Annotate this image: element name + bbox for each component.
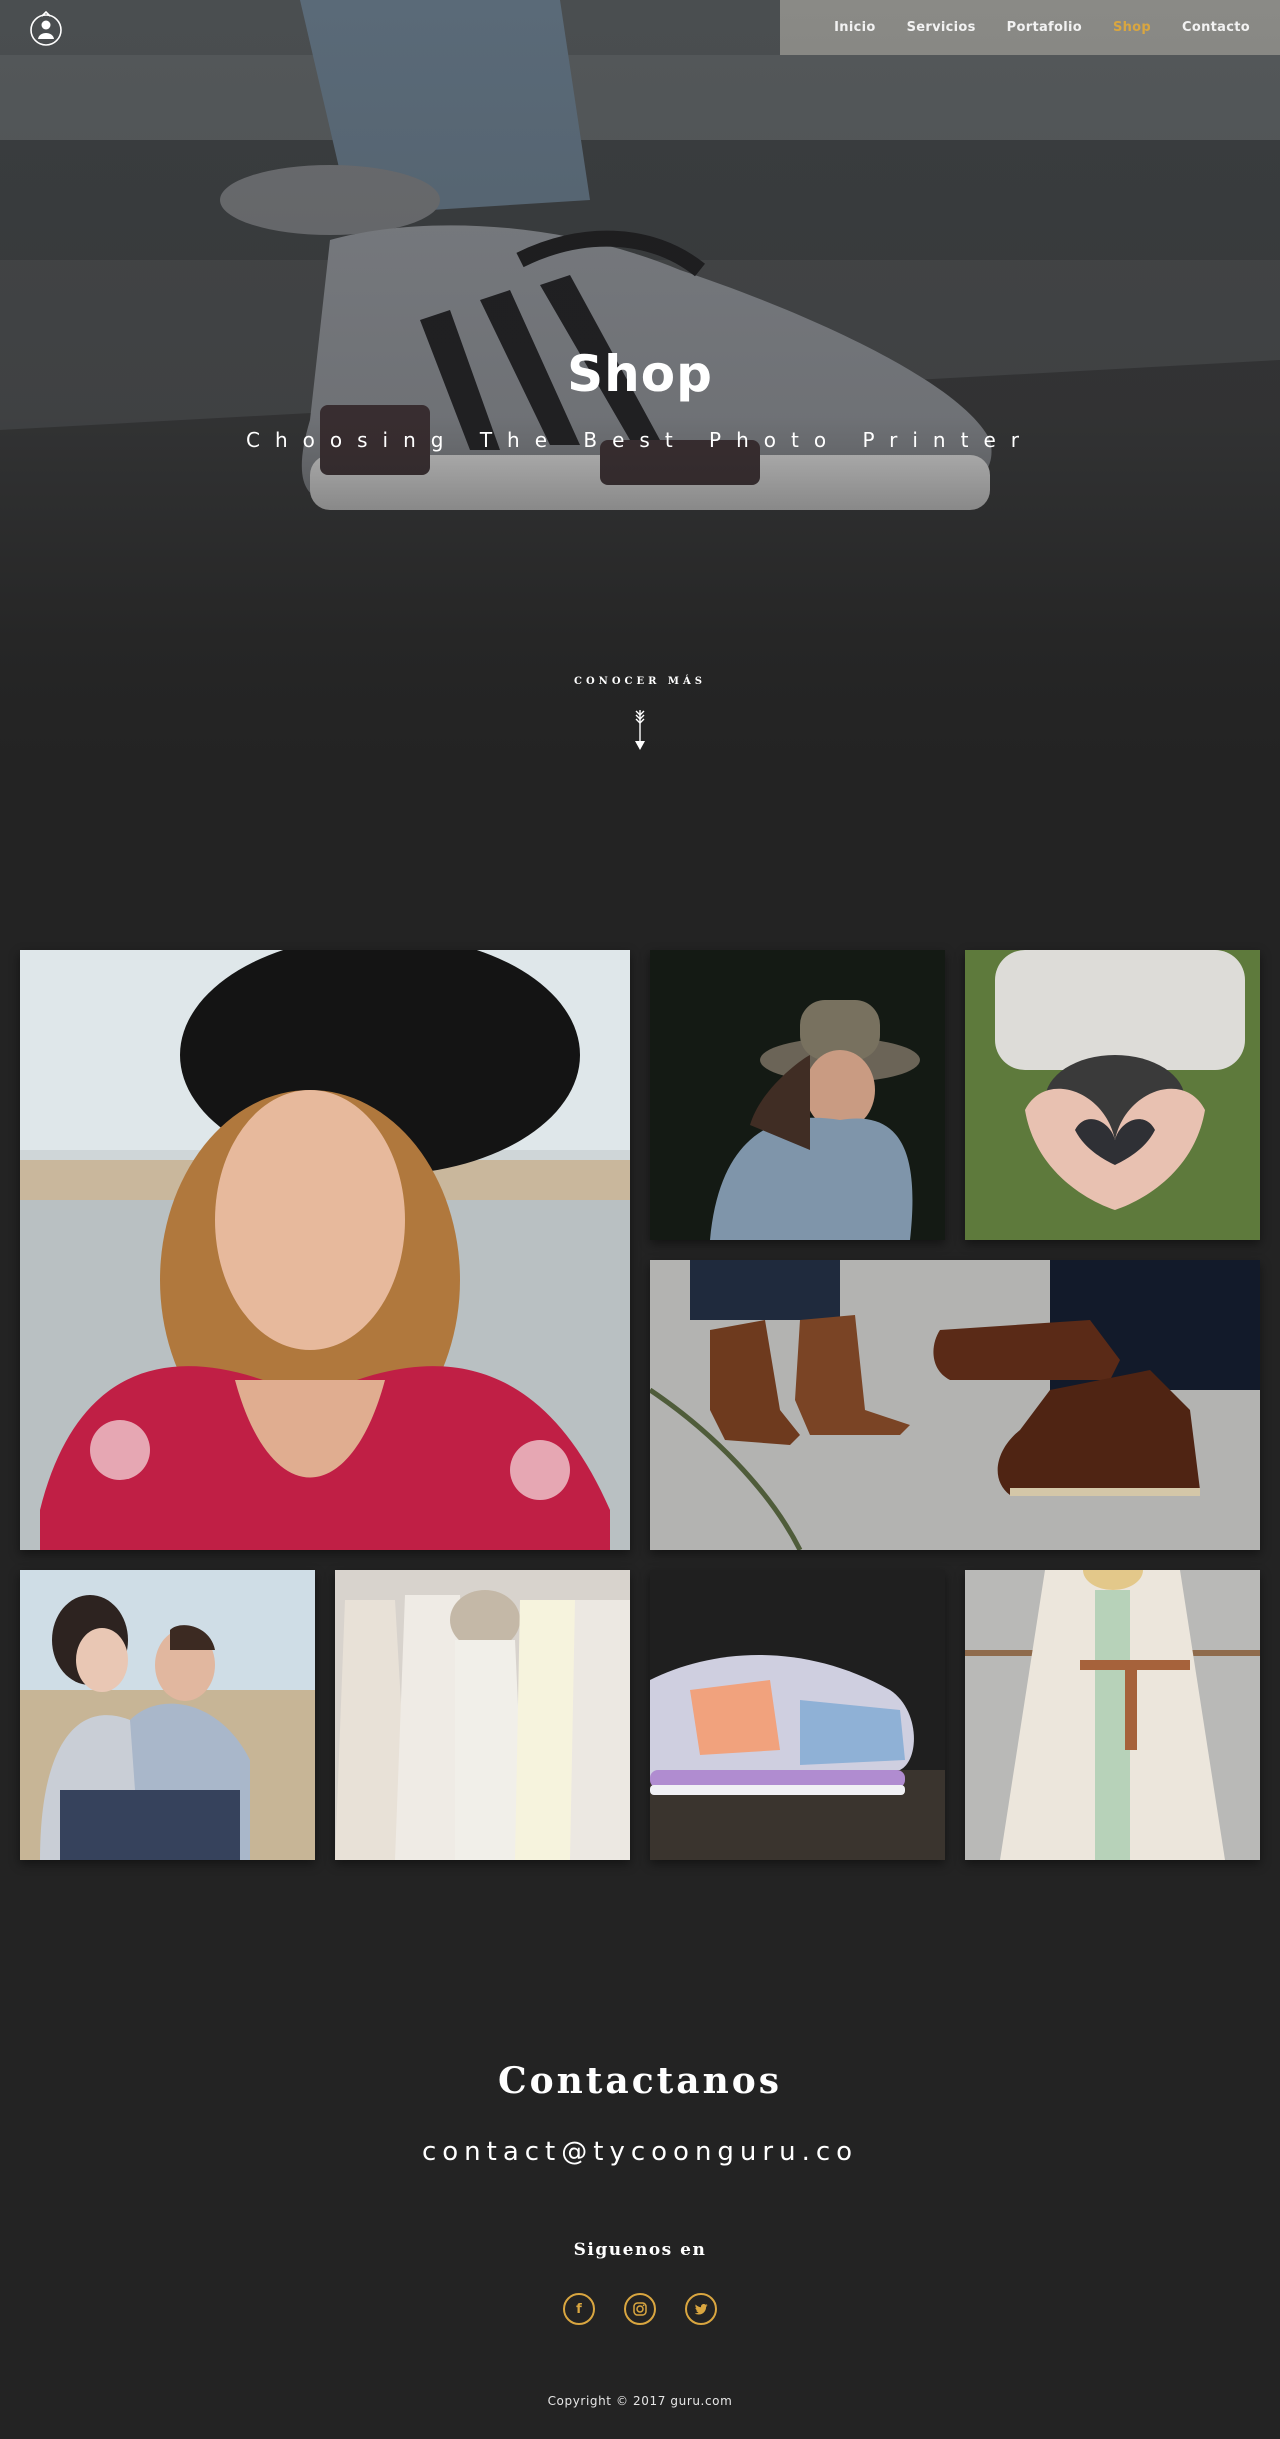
follow-us-title: Siguenos en <box>573 2240 707 2260</box>
main-nav: Inicio Servicios Portafolio Shop Contact… <box>834 20 1250 35</box>
photo-gallery <box>20 950 1260 1860</box>
nav-item-contacto[interactable]: Contacto <box>1182 20 1250 35</box>
couple-laughing-photo[interactable] <box>20 1570 315 1860</box>
hero-section: Inicio Servicios Portafolio Shop Contact… <box>0 0 1280 760</box>
nav-item-servicios[interactable]: Servicios <box>907 20 976 35</box>
hands-heart-photo[interactable] <box>965 950 1260 1240</box>
woman-fedora-photo[interactable] <box>650 950 945 1240</box>
social-links: f <box>0 2293 1280 2325</box>
learn-more-link[interactable]: CONOCER MÁS <box>0 676 1280 687</box>
nav-item-shop[interactable]: Shop <box>1113 20 1151 35</box>
hero-subtitle: Choosing The Best Photo Printer <box>246 428 1034 452</box>
nav-item-inicio[interactable]: Inicio <box>834 20 875 35</box>
contact-email-link[interactable]: contact@tycoonguru.co <box>0 2137 1280 2167</box>
brown-boots-photo[interactable] <box>650 1260 1260 1550</box>
facebook-icon[interactable]: f <box>563 2293 595 2325</box>
nav-item-portafolio[interactable]: Portafolio <box>1007 20 1082 35</box>
arrow-down-icon[interactable] <box>632 708 648 752</box>
copyright-text: Copyright © 2017 guru.com <box>547 2394 733 2408</box>
contact-title: Contactanos <box>497 2060 783 2102</box>
twitter-icon[interactable] <box>685 2293 717 2325</box>
instagram-icon[interactable] <box>624 2293 656 2325</box>
white-coat-photo[interactable] <box>965 1570 1260 1860</box>
sneakers-photo[interactable] <box>650 1570 945 1860</box>
page-title: Shop <box>567 345 713 403</box>
white-dresses-photo[interactable] <box>335 1570 630 1860</box>
woman-black-hat-photo[interactable] <box>20 950 630 1550</box>
logo-icon[interactable] <box>28 10 64 48</box>
